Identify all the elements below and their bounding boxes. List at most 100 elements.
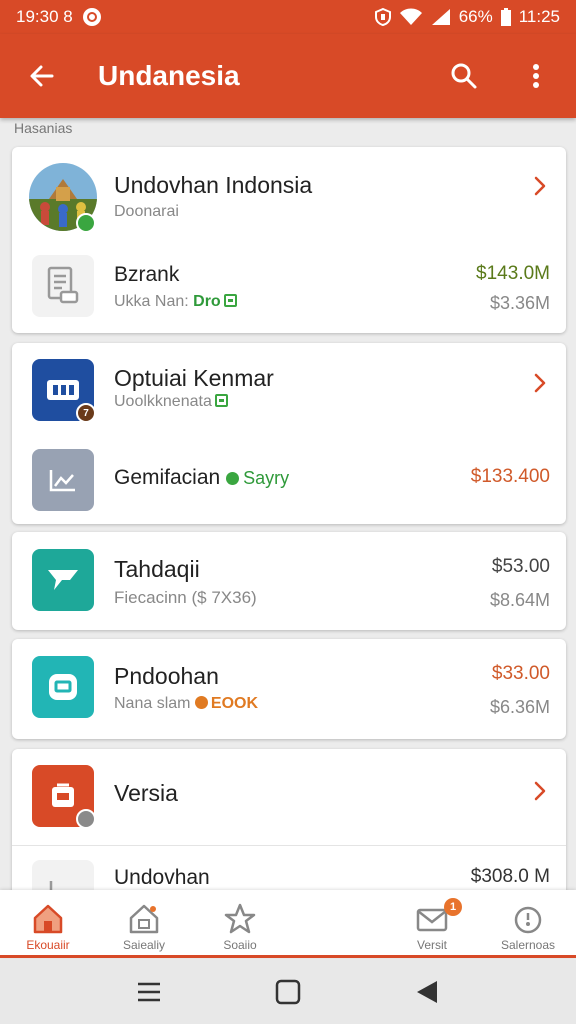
- nav-item-spacer: [288, 890, 384, 955]
- recents-button[interactable]: [125, 968, 173, 1016]
- wifi-icon: [399, 8, 422, 25]
- item-subtitle-text: Ukka Nan:: [114, 293, 194, 310]
- chevron-right-icon: [534, 373, 546, 393]
- search-button[interactable]: [440, 52, 488, 100]
- status-bar: 19:30 8 66% 11:25: [0, 0, 576, 34]
- list-item[interactable]: Gemifacian Sayry $133.400: [12, 433, 566, 524]
- item-price: $33.00: [491, 663, 550, 684]
- timer-icon: [514, 906, 542, 934]
- item-tag: Dro: [193, 293, 221, 310]
- item-price: $53.00: [491, 556, 550, 577]
- group-subtitle: Uoolkknenata: [114, 393, 228, 411]
- item-tag-text: EOOK: [210, 695, 259, 712]
- nav-label: Saiealiy: [122, 938, 166, 952]
- app-thumb-teal: [32, 549, 94, 611]
- bottom-navigation: Ekouaiir Saiealiy Soaiio 1 Versit Salern…: [0, 890, 576, 958]
- group-title: Undovhan Indonsia: [114, 172, 313, 198]
- item-tag: EOOK: [194, 695, 259, 712]
- item-price: $143.0M: [476, 263, 550, 284]
- page-title: Undanesia: [98, 60, 240, 91]
- tag-square-icon: [214, 394, 228, 407]
- menu-icon: [138, 982, 161, 1002]
- item-price-sub: $6.36M: [489, 697, 550, 717]
- item-tag: Sayry: [226, 468, 289, 488]
- nav-item-favorites[interactable]: Soaiio: [192, 890, 288, 955]
- shield-icon: [374, 8, 391, 26]
- notification-badge: 1: [444, 898, 462, 916]
- status-dot-icon: [194, 696, 208, 709]
- more-options-button[interactable]: [512, 52, 560, 100]
- item-title: Gemifacian Sayry: [114, 466, 289, 490]
- item-title: Bzrank: [114, 263, 180, 286]
- group-header-row[interactable]: Undovhan Indonsia Doonarai: [12, 147, 566, 243]
- app-thumb-cyan: [32, 656, 94, 718]
- grid-icon: [47, 380, 79, 400]
- item-title: Undovhan: [114, 866, 210, 889]
- group-subtitle-text: Uoolkknenata: [114, 393, 212, 410]
- item-subtitle-text: Nana slam: [114, 695, 195, 712]
- item-subtitle: Nana slam EOOK: [114, 695, 258, 713]
- item-tag-text: Sayry: [243, 468, 290, 488]
- home-button[interactable]: [264, 968, 312, 1016]
- chart-icon: [49, 470, 75, 492]
- square-icon: [275, 979, 301, 1005]
- chevron-right-icon: [534, 781, 546, 801]
- nav-label: Salernoas: [500, 938, 556, 952]
- nav-item-security[interactable]: Saiealiy: [96, 890, 192, 955]
- screen: 19:30 8 66% 11:25 Undanesia Hasanias Und…: [0, 0, 576, 1024]
- status-dot-icon: [226, 472, 240, 485]
- system-navigation: [0, 960, 576, 1024]
- nav-item-messages[interactable]: 1 Versit: [384, 890, 480, 955]
- chat-icon: [48, 570, 78, 590]
- status-time-left: 19:30 8: [16, 7, 73, 26]
- section-label: Hasanias: [14, 120, 73, 136]
- house-outline-icon: [129, 904, 159, 934]
- item-title: Tahdaqii: [114, 556, 200, 582]
- system-back-button[interactable]: [403, 968, 451, 1016]
- item-price-sub: $8.64M: [489, 590, 550, 610]
- chevron-right-icon: [534, 176, 546, 196]
- item-price: $133.400: [470, 466, 550, 487]
- chart-thumb: [32, 449, 94, 511]
- group-card: 7 Optuiai Kenmar Uoolkknenata Gemifacian…: [12, 343, 566, 524]
- count-badge: [76, 809, 96, 829]
- more-vert-icon: [533, 64, 539, 88]
- item-price-sub: $3.36M: [489, 293, 550, 313]
- nav-label: Ekouaiir: [26, 938, 70, 952]
- list-card[interactable]: Pndoohan Nana slam EOOK $33.00 $6.36M: [12, 639, 566, 739]
- box-icon: [49, 674, 77, 700]
- nav-label: Soaiio: [223, 938, 257, 952]
- nav-item-home[interactable]: Ekouaiir: [0, 890, 96, 955]
- online-badge: [76, 213, 96, 233]
- group-card: Versia Undovhan $308.0 M: [12, 749, 566, 922]
- group-title: Optuiai Kenmar: [114, 365, 274, 391]
- group-header-row[interactable]: 7 Optuiai Kenmar Uoolkknenata: [12, 343, 566, 433]
- document-thumb: [32, 255, 94, 317]
- signal-icon: [431, 9, 450, 25]
- triangle-back-icon: [416, 981, 437, 1003]
- nav-item-settings[interactable]: Salernoas: [480, 890, 576, 955]
- tag-square-icon: [223, 294, 237, 307]
- home-icon: [33, 904, 63, 934]
- item-title-text: Gemifacian: [114, 466, 221, 489]
- list-item[interactable]: Bzrank Ukka Nan: Dro $143.0M $3.36M: [12, 243, 566, 333]
- status-time-right: 11:25: [518, 7, 560, 26]
- battery-icon: [500, 8, 511, 26]
- app-bar: Undanesia: [0, 34, 576, 118]
- back-button[interactable]: [16, 50, 68, 102]
- item-price: $308.0 M: [470, 866, 550, 887]
- nav-label: Versit: [416, 938, 447, 952]
- notification-icon: [82, 8, 101, 26]
- document-icon: [47, 266, 79, 304]
- item-subtitle: Fiecacinn ($ 7X36): [114, 588, 257, 607]
- star-icon: [224, 903, 256, 934]
- battery-percent: 66%: [458, 7, 493, 26]
- count-badge: 7: [76, 403, 96, 423]
- item-subtitle: Ukka Nan: Dro: [114, 293, 237, 311]
- search-icon: [451, 63, 477, 89]
- group-header-row[interactable]: Versia: [12, 749, 566, 845]
- bag-icon: [52, 783, 74, 807]
- item-title: Pndoohan: [114, 663, 219, 689]
- group-card: Undovhan Indonsia Doonarai Bzrank Ukka N…: [12, 147, 566, 333]
- list-card[interactable]: Tahdaqii Fiecacinn ($ 7X36) $53.00 $8.64…: [12, 532, 566, 630]
